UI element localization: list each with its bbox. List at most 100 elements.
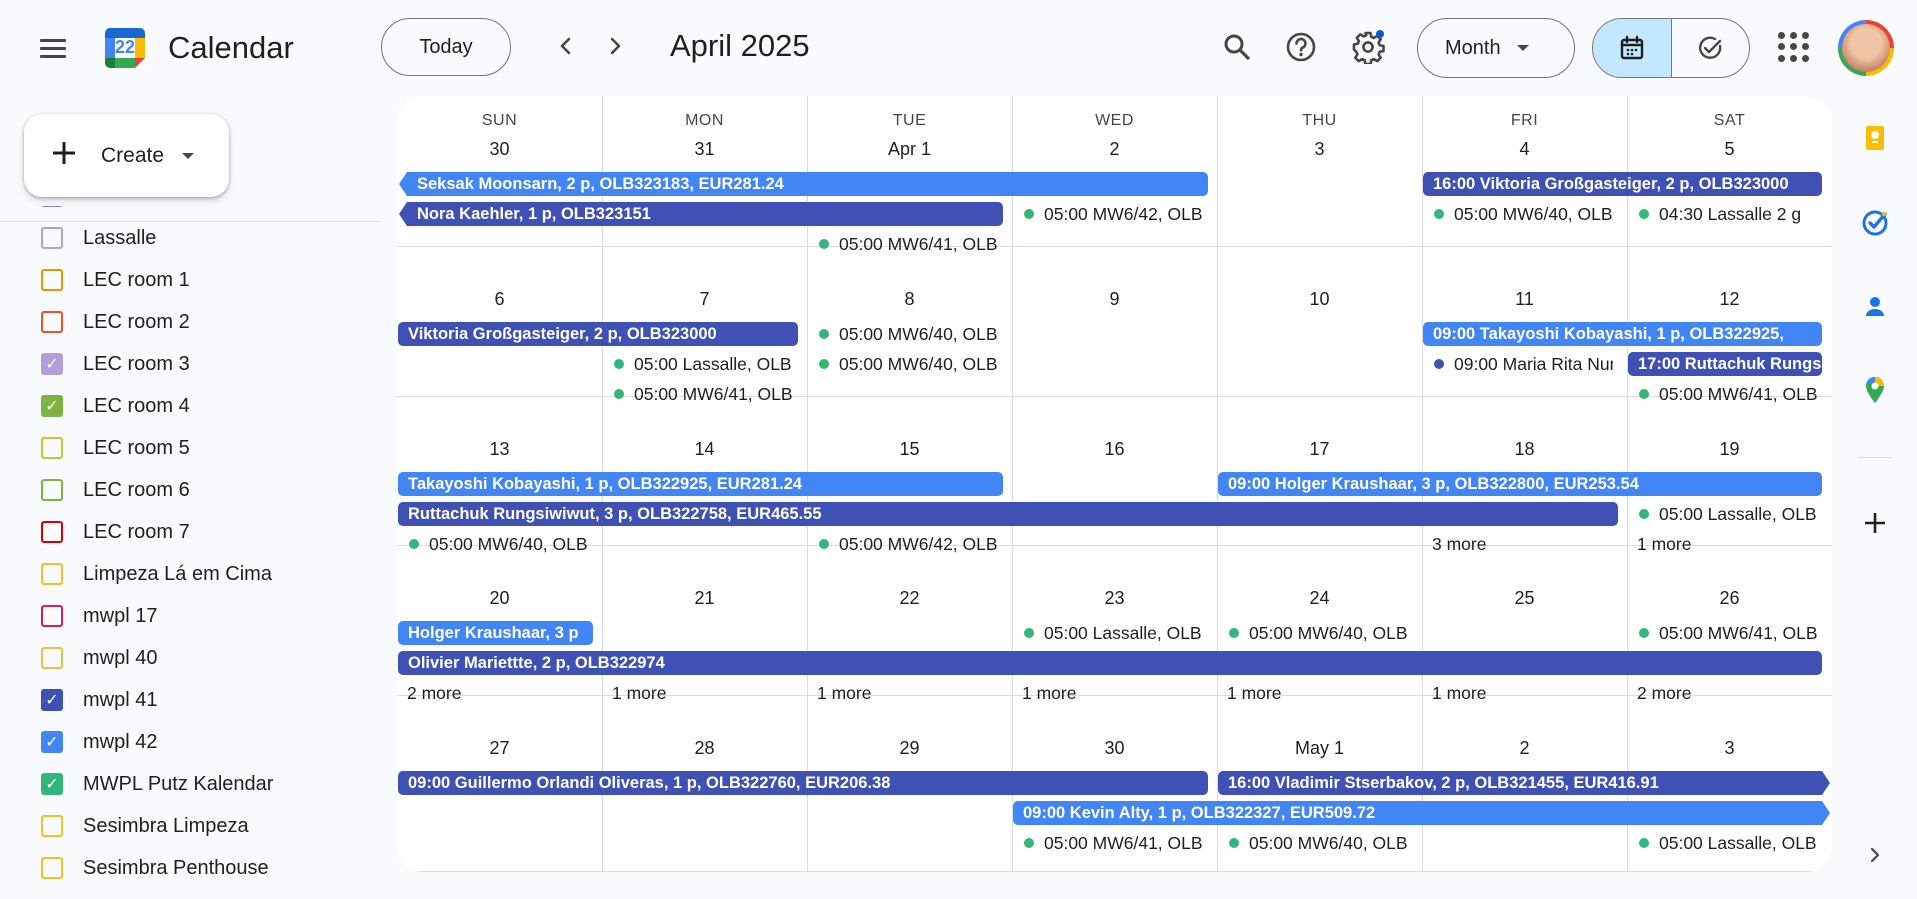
day-number[interactable]: 17 bbox=[1217, 439, 1422, 460]
day-number[interactable]: 15 bbox=[807, 439, 1012, 460]
day-number[interactable]: 27 bbox=[397, 738, 602, 759]
event-chip[interactable]: Ruttachuk Rungsiwiwut, 3 p, OLB322758, E… bbox=[398, 502, 1618, 526]
more-events-link[interactable]: 2 more bbox=[1637, 681, 1691, 705]
timed-event[interactable]: 05:00 Lassalle, OLB bbox=[1627, 502, 1818, 526]
checkbox-checked-icon[interactable]: ✓ bbox=[41, 731, 63, 753]
more-events-link[interactable]: 1 more bbox=[1022, 681, 1076, 705]
more-events-link[interactable]: 1 more bbox=[612, 681, 666, 705]
checkbox-checked-icon[interactable]: ✓ bbox=[41, 689, 63, 711]
calendar-item[interactable]: LEC room 1 bbox=[41, 260, 190, 300]
day-number[interactable]: 30 bbox=[397, 139, 602, 160]
calendar-item[interactable]: Limpeza Lá em Cima bbox=[41, 554, 272, 594]
more-events-link[interactable]: 1 more bbox=[1637, 532, 1691, 556]
timed-event[interactable]: 05:00 MW6/41, OLB bbox=[1627, 621, 1818, 645]
day-number[interactable]: 2 bbox=[1012, 139, 1217, 160]
checkbox-icon[interactable] bbox=[41, 647, 63, 669]
day-number[interactable]: 7 bbox=[602, 289, 807, 310]
view-selector-button[interactable]: Month bbox=[1417, 18, 1575, 78]
day-number[interactable]: 24 bbox=[1217, 588, 1422, 609]
checkbox-icon[interactable] bbox=[41, 563, 63, 585]
calendar-item[interactable]: mwpl 40 bbox=[41, 638, 157, 678]
calendar-item[interactable]: Sesimbra Limpeza bbox=[41, 806, 249, 846]
more-events-link[interactable]: 3 more bbox=[1432, 532, 1486, 556]
event-chip[interactable]: 09:00 Holger Kraushaar, 3 p, OLB322800, … bbox=[1218, 472, 1822, 496]
more-events-link[interactable]: 1 more bbox=[1227, 681, 1281, 705]
timed-event[interactable]: 05:00 Lassalle, OLB bbox=[602, 352, 793, 376]
checkbox-icon[interactable] bbox=[41, 227, 63, 249]
maps-button[interactable] bbox=[1855, 370, 1895, 410]
checkbox-icon[interactable] bbox=[41, 605, 63, 627]
calendar-item[interactable]: LEC room 6 bbox=[41, 470, 190, 510]
timed-event[interactable]: 05:00 Lassalle, OLB bbox=[1012, 621, 1203, 645]
event-chip[interactable]: Viktoria Großgasteiger, 2 p, OLB323000 bbox=[398, 322, 798, 346]
day-number[interactable]: 6 bbox=[397, 289, 602, 310]
day-number[interactable]: 14 bbox=[602, 439, 807, 460]
checkbox-icon[interactable] bbox=[41, 269, 63, 291]
checkbox-icon[interactable] bbox=[41, 479, 63, 501]
timed-event[interactable]: 05:00 MW6/41, OLB bbox=[1627, 382, 1818, 406]
timed-event[interactable]: 05:00 MW6/40, OLB bbox=[807, 352, 998, 376]
day-number[interactable]: 11 bbox=[1422, 289, 1627, 310]
timed-event[interactable]: 09:00 Maria Rita Nunes bbox=[1422, 352, 1613, 376]
search-button[interactable] bbox=[1217, 27, 1257, 67]
day-number[interactable]: 29 bbox=[807, 738, 1012, 759]
day-number[interactable]: 2 bbox=[1422, 738, 1627, 759]
event-chip[interactable]: 09:00 Takayoshi Kobayashi, 1 p, OLB32292… bbox=[1423, 322, 1822, 346]
event-chip[interactable]: Olivier Mariettte, 2 p, OLB322974 bbox=[398, 651, 1822, 675]
checkbox-icon[interactable] bbox=[41, 206, 63, 207]
keep-button[interactable] bbox=[1855, 118, 1895, 158]
timed-event[interactable]: 05:00 MW6/41, OLB bbox=[602, 382, 793, 406]
calendar-item[interactable]: Sesimbra Penthouse bbox=[41, 848, 269, 888]
tasks-button[interactable] bbox=[1855, 202, 1895, 242]
timed-event[interactable]: 05:00 MW6/40, OLB bbox=[807, 322, 998, 346]
checkbox-checked-icon[interactable]: ✓ bbox=[41, 395, 63, 417]
google-apps-button[interactable] bbox=[1778, 32, 1809, 62]
account-avatar[interactable] bbox=[1838, 20, 1894, 76]
checkbox-checked-icon[interactable]: ✓ bbox=[41, 353, 63, 375]
day-number[interactable]: 30 bbox=[1012, 738, 1217, 759]
main-menu-button[interactable] bbox=[38, 35, 68, 61]
help-button[interactable] bbox=[1281, 27, 1321, 67]
event-chip[interactable]: 17:00 Ruttachuk Rungsiwiwut bbox=[1628, 352, 1822, 376]
day-number[interactable]: 3 bbox=[1627, 738, 1832, 759]
timed-event[interactable]: 05:00 MW6/41, OLB bbox=[807, 232, 998, 256]
day-number[interactable]: 18 bbox=[1422, 439, 1627, 460]
calendar-item[interactable]: LEC room 5 bbox=[41, 428, 190, 468]
more-events-link[interactable]: 1 more bbox=[1432, 681, 1486, 705]
event-chip[interactable]: 16:00 Viktoria Großgasteiger, 2 p, OLB32… bbox=[1423, 172, 1822, 196]
calendar-item[interactable]: Birthdays bbox=[41, 206, 166, 216]
event-chip[interactable]: 09:00 Kevin Alty, 1 p, OLB322327, EUR509… bbox=[1013, 801, 1822, 825]
checkbox-icon[interactable] bbox=[41, 437, 63, 459]
event-chip[interactable]: 09:00 Guillermo Orlandi Oliveras, 1 p, O… bbox=[398, 771, 1208, 795]
tasks-view-toggle[interactable] bbox=[1672, 19, 1750, 77]
calendar-item[interactable]: LEC room 2 bbox=[41, 302, 190, 342]
timed-event[interactable]: 05:00 MW6/40, OLB bbox=[1217, 621, 1408, 645]
checkbox-icon[interactable] bbox=[41, 815, 63, 837]
event-chip[interactable]: Nora Kaehler, 1 p, OLB323151 bbox=[407, 202, 1003, 226]
day-number[interactable]: 28 bbox=[602, 738, 807, 759]
calendar-item[interactable]: ✓ mwpl 42 bbox=[41, 722, 157, 762]
event-chip[interactable]: Holger Kraushaar, 3 p bbox=[398, 621, 593, 645]
more-events-link[interactable]: 1 more bbox=[817, 681, 871, 705]
checkbox-icon[interactable] bbox=[41, 311, 63, 333]
event-chip[interactable]: Takayoshi Kobayashi, 1 p, OLB322925, EUR… bbox=[398, 472, 1003, 496]
settings-button[interactable] bbox=[1348, 27, 1388, 67]
day-number[interactable]: 9 bbox=[1012, 289, 1217, 310]
calendar-item[interactable]: mwpl 17 bbox=[41, 596, 157, 636]
event-chip[interactable]: Seksak Moonsarn, 2 p, OLB323183, EUR281.… bbox=[407, 172, 1208, 196]
day-number[interactable]: 12 bbox=[1627, 289, 1832, 310]
day-number[interactable]: 13 bbox=[397, 439, 602, 460]
next-period-button[interactable] bbox=[597, 28, 633, 64]
checkbox-icon[interactable] bbox=[41, 521, 63, 543]
day-number[interactable]: 26 bbox=[1627, 588, 1832, 609]
day-number[interactable]: 19 bbox=[1627, 439, 1832, 460]
timed-event[interactable]: 05:00 MW6/40, OLB bbox=[397, 532, 588, 556]
day-number[interactable]: 22 bbox=[807, 588, 1012, 609]
timed-event[interactable]: 04:30 Lassalle 2 g bbox=[1627, 202, 1818, 226]
day-number[interactable]: 10 bbox=[1217, 289, 1422, 310]
get-addons-button[interactable] bbox=[1855, 503, 1895, 543]
expand-side-panel-button[interactable] bbox=[1855, 835, 1895, 875]
calendar-item[interactable]: ✓ LEC room 3 bbox=[41, 344, 190, 384]
calendar-item[interactable]: ✓ LEC room 4 bbox=[41, 386, 190, 426]
timed-event[interactable]: 05:00 MW6/42, OLB bbox=[1012, 202, 1203, 226]
